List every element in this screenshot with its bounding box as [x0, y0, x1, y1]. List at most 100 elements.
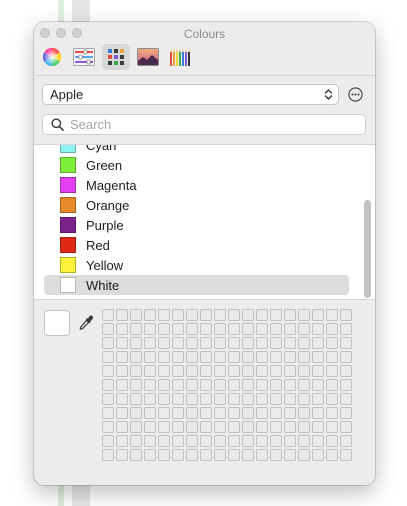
swatch-cell[interactable] [214, 449, 226, 461]
swatch-cell[interactable] [116, 365, 128, 377]
swatch-cell[interactable] [158, 309, 170, 321]
swatch-cell[interactable] [102, 421, 114, 433]
swatch-cell[interactable] [172, 379, 184, 391]
swatch-cell[interactable] [340, 421, 352, 433]
swatch-cell[interactable] [228, 449, 240, 461]
swatch-cell[interactable] [214, 393, 226, 405]
swatch-cell[interactable] [200, 337, 212, 349]
swatch-cell[interactable] [214, 309, 226, 321]
swatch-cell[interactable] [256, 365, 268, 377]
search-field[interactable]: Search [42, 114, 366, 135]
swatch-cell[interactable] [214, 365, 226, 377]
colour-list-item[interactable]: Cyan [44, 145, 349, 155]
swatch-cell[interactable] [326, 393, 338, 405]
swatch-cell[interactable] [214, 421, 226, 433]
swatch-cell[interactable] [102, 365, 114, 377]
eyedropper-icon[interactable] [78, 315, 94, 331]
swatch-cell[interactable] [172, 365, 184, 377]
swatch-cell[interactable] [102, 449, 114, 461]
swatch-cell[interactable] [186, 337, 198, 349]
swatch-cell[interactable] [340, 365, 352, 377]
swatch-cell[interactable] [200, 449, 212, 461]
swatch-cell[interactable] [298, 351, 310, 363]
swatch-cell[interactable] [102, 323, 114, 335]
swatch-cell[interactable] [256, 337, 268, 349]
swatch-cell[interactable] [228, 407, 240, 419]
swatch-cell[interactable] [326, 379, 338, 391]
swatch-cell[interactable] [242, 449, 254, 461]
swatch-cell[interactable] [158, 407, 170, 419]
swatch-cell[interactable] [144, 393, 156, 405]
colour-list-item[interactable]: White [44, 275, 349, 295]
swatch-cell[interactable] [130, 421, 142, 433]
swatch-cell[interactable] [130, 309, 142, 321]
swatch-cell[interactable] [144, 365, 156, 377]
swatch-cell[interactable] [158, 421, 170, 433]
swatch-cell[interactable] [228, 351, 240, 363]
swatch-cell[interactable] [200, 351, 212, 363]
swatch-cell[interactable] [200, 407, 212, 419]
swatch-cell[interactable] [312, 449, 324, 461]
swatch-cell[interactable] [228, 379, 240, 391]
colour-list[interactable]: Cyan Green Magenta Orange Purple Red Yellow Whi… [34, 145, 375, 299]
swatch-cell[interactable] [200, 421, 212, 433]
swatch-cell[interactable] [284, 309, 296, 321]
swatch-cell[interactable] [298, 379, 310, 391]
swatch-cell[interactable] [144, 449, 156, 461]
swatch-cell[interactable] [256, 435, 268, 447]
swatch-cell[interactable] [312, 393, 324, 405]
swatch-cell[interactable] [158, 393, 170, 405]
swatch-cell[interactable] [242, 337, 254, 349]
swatch-cell[interactable] [158, 379, 170, 391]
swatch-cell[interactable] [172, 309, 184, 321]
swatch-cell[interactable] [130, 393, 142, 405]
swatch-cell[interactable] [186, 435, 198, 447]
swatch-cell[interactable] [130, 351, 142, 363]
swatch-cell[interactable] [130, 435, 142, 447]
swatch-cell[interactable] [214, 337, 226, 349]
swatch-cell[interactable] [270, 351, 282, 363]
swatch-cell[interactable] [340, 309, 352, 321]
swatch-cell[interactable] [256, 309, 268, 321]
swatch-cell[interactable] [256, 393, 268, 405]
swatch-cell[interactable] [270, 309, 282, 321]
swatch-cell[interactable] [270, 337, 282, 349]
swatch-cell[interactable] [256, 421, 268, 433]
swatch-cell[interactable] [116, 323, 128, 335]
swatch-cell[interactable] [284, 407, 296, 419]
swatch-cell[interactable] [242, 379, 254, 391]
ellipsis-circle-icon[interactable] [348, 87, 363, 102]
swatch-cell[interactable] [200, 365, 212, 377]
swatch-cell[interactable] [298, 421, 310, 433]
swatch-cell[interactable] [228, 393, 240, 405]
swatch-cell[interactable] [158, 435, 170, 447]
swatch-cell[interactable] [326, 323, 338, 335]
swatch-cell[interactable] [312, 421, 324, 433]
swatch-cell[interactable] [144, 421, 156, 433]
swatch-cell[interactable] [228, 421, 240, 433]
colour-list-item[interactable]: Magenta [44, 175, 349, 195]
tab-colour-wheel[interactable] [38, 44, 66, 70]
swatch-cell[interactable] [158, 365, 170, 377]
swatch-cell[interactable] [340, 337, 352, 349]
swatch-cell[interactable] [116, 309, 128, 321]
swatch-cell[interactable] [186, 379, 198, 391]
swatch-cell[interactable] [298, 323, 310, 335]
swatch-cell[interactable] [270, 449, 282, 461]
swatch-cell[interactable] [214, 323, 226, 335]
swatch-cell[interactable] [172, 449, 184, 461]
scrollbar-thumb[interactable] [364, 200, 371, 298]
palette-select[interactable]: Apple [42, 84, 339, 105]
swatch-cell[interactable] [116, 393, 128, 405]
swatch-cell[interactable] [312, 379, 324, 391]
swatch-cell[interactable] [256, 379, 268, 391]
swatch-cell[interactable] [326, 309, 338, 321]
swatch-cell[interactable] [326, 435, 338, 447]
swatch-cell[interactable] [326, 407, 338, 419]
swatch-cell[interactable] [298, 435, 310, 447]
swatch-cell[interactable] [242, 393, 254, 405]
swatch-cell[interactable] [340, 393, 352, 405]
swatch-cell[interactable] [312, 337, 324, 349]
swatch-cell[interactable] [172, 351, 184, 363]
swatch-cell[interactable] [270, 323, 282, 335]
